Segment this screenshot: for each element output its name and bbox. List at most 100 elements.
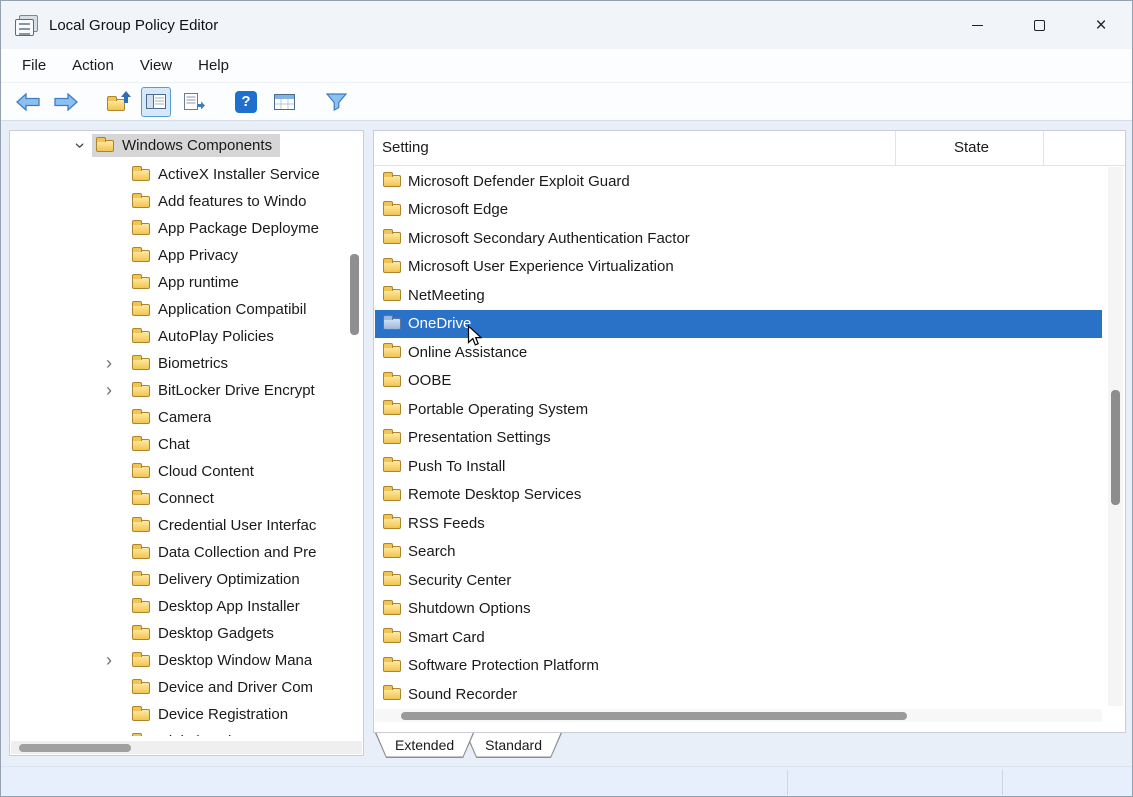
back-button[interactable] (13, 87, 43, 117)
tree-vertical-scrollbar-thumb[interactable] (350, 254, 359, 335)
maximize-button[interactable] (1008, 1, 1070, 49)
list-row[interactable]: RSS Feeds (375, 509, 1102, 538)
up-one-level-button[interactable] (103, 87, 133, 117)
folder-icon (383, 631, 401, 643)
column-divider[interactable] (1043, 131, 1044, 165)
tree-item[interactable]: ActiveX Installer Service (10, 161, 363, 188)
export-list-icon (184, 93, 205, 110)
folder-icon (383, 432, 401, 444)
help-button[interactable]: ? (231, 87, 261, 117)
minimize-icon (972, 25, 983, 26)
folder-icon (383, 546, 401, 558)
column-header-state[interactable]: State (954, 139, 989, 156)
list-row[interactable]: Push To Install (375, 452, 1102, 481)
forward-button[interactable] (51, 87, 81, 117)
chevron-right-icon[interactable] (106, 377, 132, 404)
menu-item[interactable]: View (127, 57, 185, 74)
list-row[interactable]: Portable Operating System (375, 395, 1102, 424)
folder-icon (132, 709, 150, 721)
help-icon: ? (235, 91, 257, 113)
tree-item[interactable]: Application Compatibil (10, 296, 363, 323)
list-row[interactable]: Online Assistance (375, 338, 1102, 367)
tree-item-windows-components[interactable]: Windows Components (10, 131, 363, 160)
list-row[interactable]: Microsoft Edge (375, 196, 1102, 225)
list-vertical-scrollbar[interactable] (1108, 167, 1123, 706)
menu-item[interactable]: File (9, 57, 59, 74)
tree-item[interactable]: Desktop Window Mana (10, 647, 363, 674)
list-horizontal-scrollbar-thumb[interactable] (401, 712, 907, 720)
list-horizontal-scrollbar[interactable] (375, 709, 1102, 722)
list-row[interactable]: Sound Recorder (375, 680, 1102, 709)
list-row[interactable]: Security Center (375, 566, 1102, 595)
setting-name: Search (408, 543, 456, 560)
tree-horizontal-scrollbar[interactable] (11, 741, 362, 754)
tree-item[interactable]: Biometrics (10, 350, 363, 377)
setting-name: Sound Recorder (408, 686, 517, 703)
list-row[interactable]: NetMeeting (375, 281, 1102, 310)
tree-item[interactable]: Camera (10, 404, 363, 431)
tree-item-label: BitLocker Drive Encrypt (158, 382, 315, 399)
export-list-button[interactable] (179, 87, 209, 117)
column-header-setting[interactable]: Setting (382, 139, 429, 156)
tree-item-label: Add features to Windo (158, 193, 306, 210)
tree-item[interactable]: Digital Locker (10, 728, 363, 736)
tree-item[interactable]: Add features to Windo (10, 188, 363, 215)
list-row[interactable]: Presentation Settings (375, 424, 1102, 453)
setting-name: Push To Install (408, 458, 505, 475)
view-tab[interactable]: Standard (465, 733, 562, 758)
folder-icon (383, 204, 401, 216)
list-row[interactable]: OneDrive (375, 310, 1102, 339)
list-row[interactable]: Shutdown Options (375, 595, 1102, 624)
tree-item[interactable]: Desktop Gadgets (10, 620, 363, 647)
tree-item[interactable]: Desktop App Installer (10, 593, 363, 620)
close-button[interactable]: × (1070, 1, 1132, 49)
tree-item[interactable]: App Privacy (10, 242, 363, 269)
folder-icon (132, 331, 150, 343)
tree-horizontal-scrollbar-thumb[interactable] (19, 744, 131, 752)
tree-item[interactable]: AutoPlay Policies (10, 323, 363, 350)
tree-item[interactable]: Data Collection and Pre (10, 539, 363, 566)
properties-button[interactable] (269, 87, 299, 117)
tree-item-label: Device Registration (158, 706, 288, 723)
tree-item[interactable]: Delivery Optimization (10, 566, 363, 593)
setting-name: Software Protection Platform (408, 657, 599, 674)
column-divider[interactable] (895, 131, 896, 165)
folder-icon (383, 517, 401, 529)
tree-item[interactable]: Cloud Content (10, 458, 363, 485)
list-row[interactable]: Microsoft Defender Exploit Guard (375, 167, 1102, 196)
list-row[interactable]: Remote Desktop Services (375, 481, 1102, 510)
up-one-level-icon (107, 93, 129, 111)
app-icon (15, 15, 39, 36)
list-row[interactable]: Software Protection Platform (375, 652, 1102, 681)
folder-icon (383, 460, 401, 472)
tree-item[interactable]: Credential User Interfac (10, 512, 363, 539)
list-row[interactable]: Search (375, 538, 1102, 567)
list-vertical-scrollbar-thumb[interactable] (1111, 390, 1120, 505)
toolbar: ? (1, 83, 1132, 121)
folder-icon (132, 520, 150, 532)
minimize-button[interactable] (946, 1, 1008, 49)
list-row[interactable]: Microsoft Secondary Authentication Facto… (375, 224, 1102, 253)
view-tab[interactable]: Extended (375, 733, 474, 758)
tree-item[interactable]: Device Registration (10, 701, 363, 728)
tree-item[interactable]: BitLocker Drive Encrypt (10, 377, 363, 404)
setting-name: Microsoft Edge (408, 201, 508, 218)
tree-item[interactable]: App runtime (10, 269, 363, 296)
forward-icon (54, 93, 78, 111)
list-row[interactable]: Smart Card (375, 623, 1102, 652)
chevron-right-icon[interactable] (106, 647, 132, 674)
menu-item[interactable]: Action (59, 57, 127, 74)
chevron-down-icon[interactable] (68, 135, 92, 156)
tree-item[interactable]: Connect (10, 485, 363, 512)
menu-item[interactable]: Help (185, 57, 242, 74)
folder-icon (383, 375, 401, 387)
chevron-right-icon[interactable] (106, 350, 132, 377)
list-row[interactable]: Microsoft User Experience Virtualization (375, 253, 1102, 282)
filter-button[interactable] (321, 87, 351, 117)
show-console-tree-button[interactable] (141, 87, 171, 117)
tree-item[interactable]: Chat (10, 431, 363, 458)
folder-icon (132, 547, 150, 559)
tree-item[interactable]: Device and Driver Com (10, 674, 363, 701)
tree-item[interactable]: App Package Deployme (10, 215, 363, 242)
list-row[interactable]: OOBE (375, 367, 1102, 396)
